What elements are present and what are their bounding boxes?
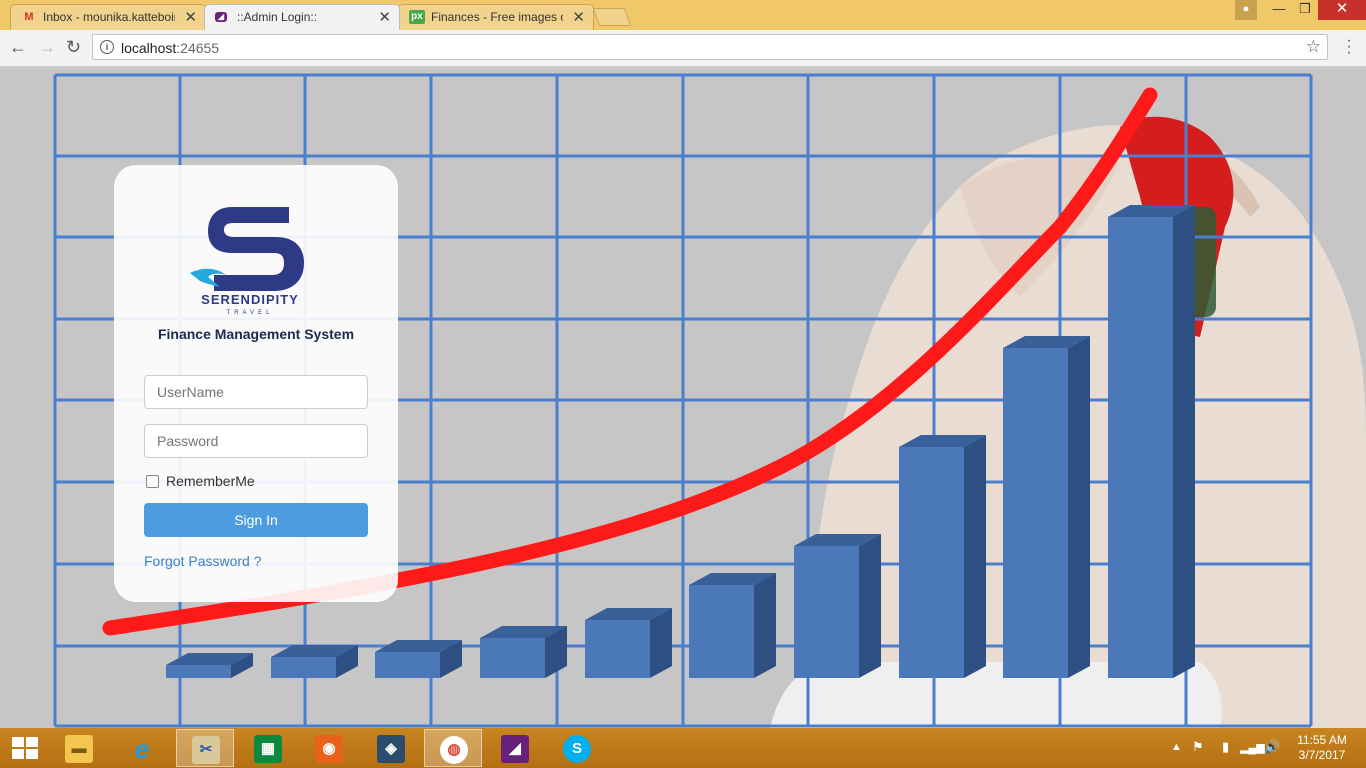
chart-bar [1003, 336, 1090, 678]
taskbar-app[interactable]: ▦ [239, 729, 297, 767]
windows-taskbar: ▬ e ✂ ▦ ◉ ◈ ◍ ◢ S ▲ ⚑ ▮ ▂▄▆ 🔊 11:55 AM 3/7/2017 [0, 728, 1366, 768]
firefox-icon: ◉ [315, 735, 343, 763]
tab-admin-login[interactable]: ◢ ::Admin Login:: ✕ [204, 4, 400, 30]
taskbar-app[interactable]: ◈ [362, 729, 420, 767]
login-card: SERENDIPITY TRAVEL Finance Management Sy… [114, 165, 398, 602]
browser-toolbar: ← → ↻ i localhost:24655 ☆ · · · [0, 30, 1366, 67]
volume-icon[interactable]: 🔊 [1264, 739, 1280, 755]
clock-time: 11:55 AM [1297, 733, 1347, 747]
taskbar-app[interactable]: ◢ [486, 729, 544, 767]
url-text[interactable]: localhost:24655 [121, 40, 219, 56]
visual-studio-icon: ◢ [501, 735, 529, 763]
chart-bar [375, 640, 462, 678]
brand-name: SERENDIPITY [201, 292, 299, 307]
serendipity-logo: SERENDIPITY TRAVEL [190, 207, 304, 316]
network-signal-icon[interactable]: ▂▄▆ [1240, 741, 1265, 754]
visual-studio-icon: ◢ [215, 12, 227, 22]
url-host: localhost [121, 40, 177, 56]
gmail-icon: M [24, 11, 34, 23]
reload-icon[interactable]: ↻ [66, 37, 81, 57]
user-profile-icon[interactable]: ● [1235, 0, 1257, 20]
sign-in-button[interactable]: Sign In [144, 503, 368, 537]
bookmark-star-icon[interactable]: ☆ [1306, 37, 1321, 57]
window-close-icon[interactable]: ✕ [1318, 0, 1366, 20]
address-bar[interactable]: i localhost:24655 ☆ [92, 34, 1328, 60]
username-input[interactable] [144, 375, 368, 409]
remember-me-label[interactable]: RememberMe [166, 473, 255, 489]
tab-title: ::Admin Login:: [237, 10, 318, 24]
tab-finances[interactable]: px Finances - Free images o ✕ [398, 4, 594, 30]
show-hidden-icons[interactable]: ▲ [1171, 741, 1182, 753]
close-icon[interactable]: ✕ [184, 8, 197, 26]
chrome-icon: ◍ [440, 736, 468, 764]
system-clock[interactable]: 11:55 AM 3/7/2017 [1290, 733, 1354, 763]
chart-bar [794, 534, 881, 678]
file-explorer-icon: ▬ [65, 735, 93, 763]
minimize-icon[interactable]: — [1266, 0, 1292, 20]
taskbar-app[interactable]: S [548, 729, 606, 767]
forgot-password-link[interactable]: Forgot Password ? [144, 553, 262, 569]
info-icon[interactable]: i [100, 40, 114, 54]
browser-titlebar: M Inbox - mounika.katteboina ✕ ◢ ::Admin… [0, 0, 1366, 30]
internet-explorer-icon: e [134, 734, 150, 764]
brand-sub: TRAVEL [227, 310, 274, 316]
skype-icon: S [563, 735, 591, 763]
menu-icon[interactable]: · · · [1345, 33, 1353, 61]
clock-date: 3/7/2017 [1298, 748, 1346, 762]
battery-icon[interactable]: ▮ [1222, 739, 1229, 755]
forward-arrow-icon[interactable]: → [38, 37, 56, 57]
snipping-tool-icon: ✂ [192, 736, 220, 764]
chart-bar [271, 645, 358, 678]
chart-bar [689, 573, 776, 678]
action-center-flag-icon[interactable]: ⚑ [1192, 739, 1204, 755]
taskbar-app[interactable]: ▬ [50, 729, 108, 767]
close-icon[interactable]: ✕ [572, 8, 585, 26]
tab-title: Finances - Free images o [431, 10, 563, 24]
page-content: SERENDIPITY TRAVEL Finance Management Sy… [0, 67, 1366, 728]
chart-bar [899, 435, 986, 678]
back-arrow-icon[interactable]: ← [9, 37, 27, 57]
password-input[interactable] [144, 424, 368, 458]
taskbar-app[interactable]: e [113, 729, 171, 767]
windows-store-icon: ▦ [254, 735, 282, 763]
url-port: :24655 [176, 40, 220, 56]
chart-bar [585, 608, 672, 678]
windows-start-icon[interactable] [12, 737, 38, 759]
chart-bar [1108, 205, 1195, 678]
tab-inbox[interactable]: M Inbox - mounika.katteboina ✕ [10, 4, 206, 30]
taskbar-app[interactable]: ◉ [300, 729, 358, 767]
pixabay-icon: px [409, 10, 425, 24]
close-icon[interactable]: ✕ [378, 8, 391, 26]
chart-bar [480, 626, 567, 678]
tab-title: Inbox - mounika.katteboina [43, 10, 175, 24]
page-title: Finance Management System [157, 326, 355, 342]
taskbar-app[interactable]: ✂ [176, 729, 234, 767]
new-tab-button[interactable] [592, 8, 632, 26]
checkbox-box[interactable] [146, 475, 159, 488]
taskbar-app[interactable]: ◍ [424, 729, 482, 767]
maximize-icon[interactable]: ❐ [1292, 0, 1318, 20]
mysql-workbench-icon: ◈ [377, 735, 405, 763]
